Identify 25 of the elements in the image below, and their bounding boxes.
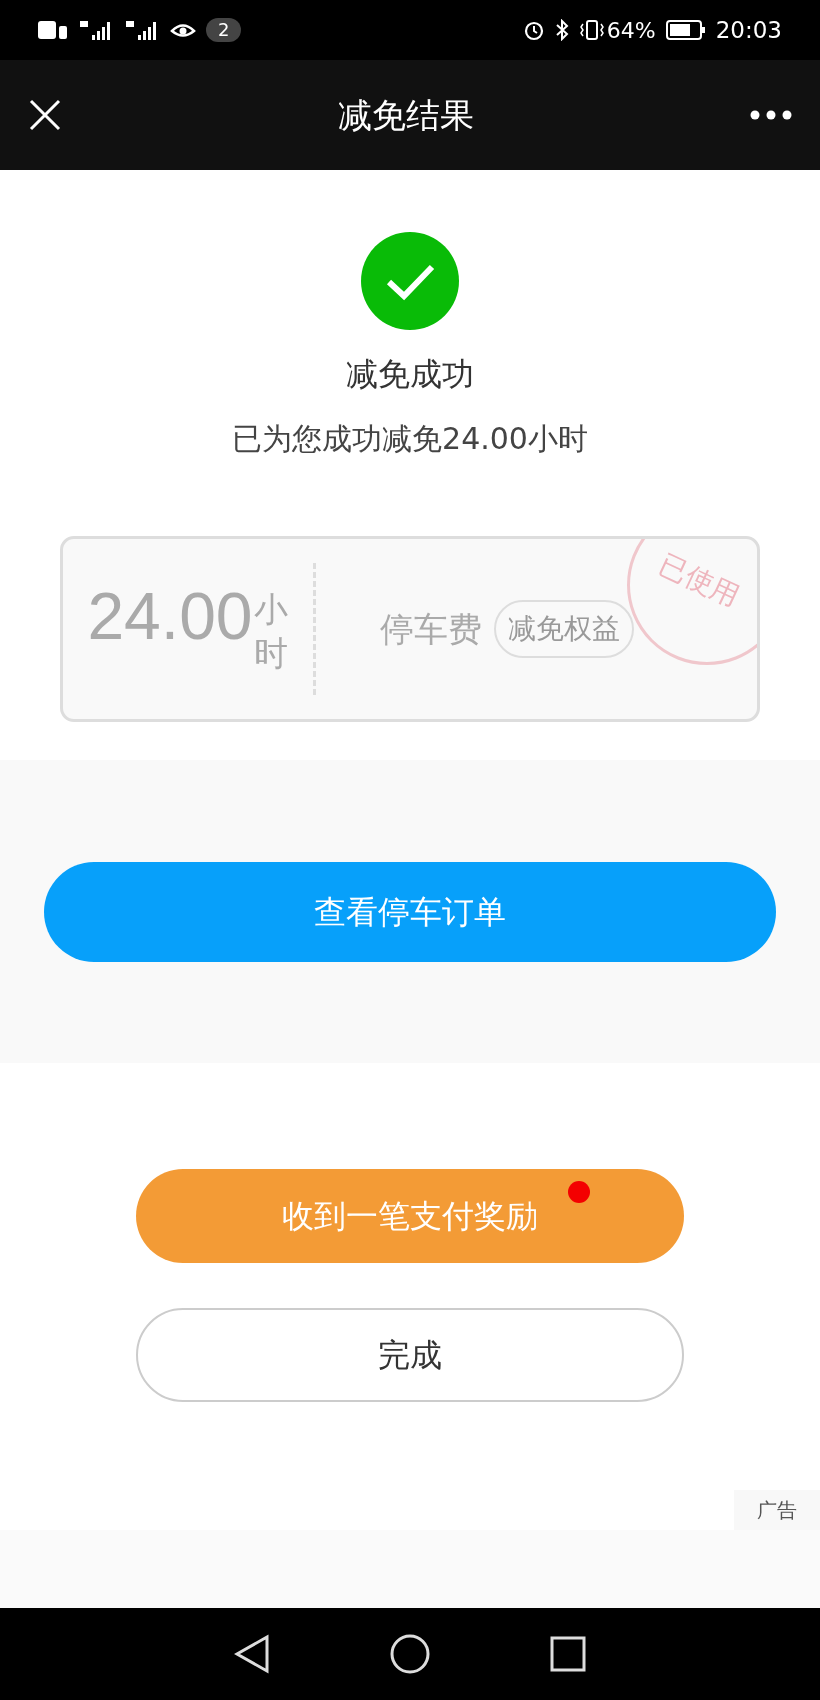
close-icon[interactable] xyxy=(28,98,62,132)
ad-label: 广告 xyxy=(734,1490,820,1530)
ticket-unit: 小时 xyxy=(252,588,289,675)
result-title: 减免成功 xyxy=(346,354,474,395)
result-message: 已为您成功减免24.00小时 xyxy=(232,420,588,458)
recents-icon[interactable] xyxy=(550,1636,586,1672)
stamp-text: 已使用 xyxy=(653,546,746,616)
more-icon[interactable] xyxy=(750,110,792,120)
reward-button[interactable]: 收到一笔支付奖励 xyxy=(136,1169,684,1263)
notification-count: 2 xyxy=(206,18,242,42)
ticket-amount: 24.00 xyxy=(87,579,253,653)
success-check-icon xyxy=(361,232,459,330)
home-icon[interactable] xyxy=(390,1634,430,1674)
back-icon[interactable] xyxy=(234,1634,270,1674)
done-button[interactable]: 完成 xyxy=(136,1308,684,1402)
page-title: 减免结果 xyxy=(338,93,474,137)
battery-percent: 64% xyxy=(606,16,656,45)
clock-time: 20:03 xyxy=(715,15,782,45)
vibrate-icon xyxy=(578,19,605,41)
view-order-button[interactable]: 查看停车订单 xyxy=(44,861,776,962)
benefit-tag: 减免权益 xyxy=(493,600,634,658)
ticket-name: 停车费 xyxy=(379,607,482,651)
battery-icon xyxy=(665,19,706,41)
bluetooth-icon xyxy=(554,19,569,41)
alarm-icon xyxy=(522,19,545,41)
